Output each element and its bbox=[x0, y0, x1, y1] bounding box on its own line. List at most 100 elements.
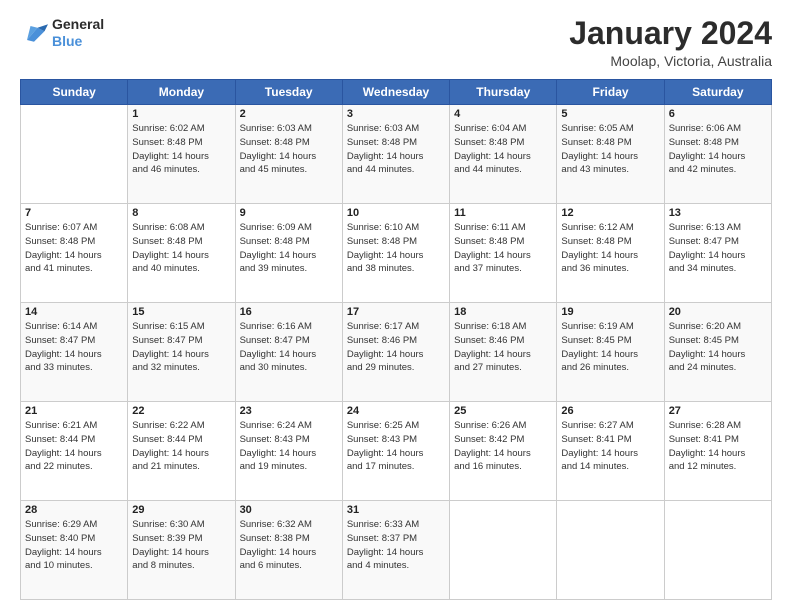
day-number: 22 bbox=[132, 405, 230, 417]
day-number: 26 bbox=[561, 405, 659, 417]
title-block: January 2024 Moolap, Victoria, Australia bbox=[569, 16, 772, 69]
day-number: 8 bbox=[132, 207, 230, 219]
day-info: Sunrise: 6:21 AM Sunset: 8:44 PM Dayligh… bbox=[25, 419, 123, 474]
day-info: Sunrise: 6:14 AM Sunset: 8:47 PM Dayligh… bbox=[25, 320, 123, 375]
day-info: Sunrise: 6:10 AM Sunset: 8:48 PM Dayligh… bbox=[347, 221, 445, 276]
week-row-2: 7 Sunrise: 6:07 AM Sunset: 8:48 PM Daylig… bbox=[21, 204, 772, 303]
day-info: Sunrise: 6:19 AM Sunset: 8:45 PM Dayligh… bbox=[561, 320, 659, 375]
calendar-table: Sunday Monday Tuesday Wednesday Thursday… bbox=[20, 79, 772, 600]
day-info: Sunrise: 6:04 AM Sunset: 8:48 PM Dayligh… bbox=[454, 122, 552, 177]
week-row-1: 1 Sunrise: 6:02 AM Sunset: 8:48 PM Daylig… bbox=[21, 105, 772, 204]
day-info: Sunrise: 6:16 AM Sunset: 8:47 PM Dayligh… bbox=[240, 320, 338, 375]
day-info: Sunrise: 6:07 AM Sunset: 8:48 PM Dayligh… bbox=[25, 221, 123, 276]
day-number: 17 bbox=[347, 306, 445, 318]
day-info: Sunrise: 6:24 AM Sunset: 8:43 PM Dayligh… bbox=[240, 419, 338, 474]
day-number: 7 bbox=[25, 207, 123, 219]
calendar-cell: 10 Sunrise: 6:10 AM Sunset: 8:48 PM Dayli… bbox=[342, 204, 449, 303]
day-number: 1 bbox=[132, 108, 230, 120]
calendar-cell: 17 Sunrise: 6:17 AM Sunset: 8:46 PM Dayli… bbox=[342, 303, 449, 402]
day-number: 24 bbox=[347, 405, 445, 417]
calendar-cell: 28 Sunrise: 6:29 AM Sunset: 8:40 PM Dayli… bbox=[21, 501, 128, 600]
calendar-cell: 19Sunrise: 6:19 AM Sunset: 8:45 PM Dayli… bbox=[557, 303, 664, 402]
calendar-cell: 23 Sunrise: 6:24 AM Sunset: 8:43 PM Dayli… bbox=[235, 402, 342, 501]
day-info: Sunrise: 6:13 AM Sunset: 8:47 PM Dayligh… bbox=[669, 221, 767, 276]
day-number: 10 bbox=[347, 207, 445, 219]
calendar-cell: 9Sunrise: 6:09 AM Sunset: 8:48 PM Daylig… bbox=[235, 204, 342, 303]
day-info: Sunrise: 6:03 AM Sunset: 8:48 PM Dayligh… bbox=[240, 122, 338, 177]
day-info: Sunrise: 6:33 AM Sunset: 8:37 PM Dayligh… bbox=[347, 518, 445, 573]
day-number: 5 bbox=[561, 108, 659, 120]
day-info: Sunrise: 6:25 AM Sunset: 8:43 PM Dayligh… bbox=[347, 419, 445, 474]
day-info: Sunrise: 6:32 AM Sunset: 8:38 PM Dayligh… bbox=[240, 518, 338, 573]
day-number: 12 bbox=[561, 207, 659, 219]
day-number: 21 bbox=[25, 405, 123, 417]
calendar-cell bbox=[21, 105, 128, 204]
calendar-cell: 13 Sunrise: 6:13 AM Sunset: 8:47 PM Dayli… bbox=[664, 204, 771, 303]
day-number: 28 bbox=[25, 504, 123, 516]
day-number: 3 bbox=[347, 108, 445, 120]
logo-text: General Blue bbox=[52, 16, 104, 50]
day-number: 4 bbox=[454, 108, 552, 120]
calendar-cell: 27 Sunrise: 6:28 AM Sunset: 8:41 PM Dayli… bbox=[664, 402, 771, 501]
days-header-row: Sunday Monday Tuesday Wednesday Thursday… bbox=[21, 80, 772, 105]
week-row-4: 21 Sunrise: 6:21 AM Sunset: 8:44 PM Dayli… bbox=[21, 402, 772, 501]
calendar-cell: 7 Sunrise: 6:07 AM Sunset: 8:48 PM Daylig… bbox=[21, 204, 128, 303]
day-info: Sunrise: 6:28 AM Sunset: 8:41 PM Dayligh… bbox=[669, 419, 767, 474]
day-number: 14 bbox=[25, 306, 123, 318]
calendar-cell: 30Sunrise: 6:32 AM Sunset: 8:38 PM Dayli… bbox=[235, 501, 342, 600]
day-info: Sunrise: 6:29 AM Sunset: 8:40 PM Dayligh… bbox=[25, 518, 123, 573]
logo-icon bbox=[20, 19, 48, 47]
day-info: Sunrise: 6:03 AM Sunset: 8:48 PM Dayligh… bbox=[347, 122, 445, 177]
day-info: Sunrise: 6:12 AM Sunset: 8:48 PM Dayligh… bbox=[561, 221, 659, 276]
day-number: 25 bbox=[454, 405, 552, 417]
week-row-5: 28 Sunrise: 6:29 AM Sunset: 8:40 PM Dayli… bbox=[21, 501, 772, 600]
calendar-cell: 15Sunrise: 6:15 AM Sunset: 8:47 PM Dayli… bbox=[128, 303, 235, 402]
main-title: January 2024 bbox=[569, 16, 772, 51]
day-number: 16 bbox=[240, 306, 338, 318]
day-info: Sunrise: 6:15 AM Sunset: 8:47 PM Dayligh… bbox=[132, 320, 230, 375]
calendar-cell: 24 Sunrise: 6:25 AM Sunset: 8:43 PM Dayli… bbox=[342, 402, 449, 501]
day-info: Sunrise: 6:27 AM Sunset: 8:41 PM Dayligh… bbox=[561, 419, 659, 474]
logo: General Blue bbox=[20, 16, 104, 50]
calendar-cell: 16 Sunrise: 6:16 AM Sunset: 8:47 PM Dayli… bbox=[235, 303, 342, 402]
day-number: 23 bbox=[240, 405, 338, 417]
header-saturday: Saturday bbox=[664, 80, 771, 105]
day-number: 13 bbox=[669, 207, 767, 219]
header-thursday: Thursday bbox=[450, 80, 557, 105]
header-tuesday: Tuesday bbox=[235, 80, 342, 105]
day-info: Sunrise: 6:26 AM Sunset: 8:42 PM Dayligh… bbox=[454, 419, 552, 474]
calendar-cell: 8 Sunrise: 6:08 AM Sunset: 8:48 PM Daylig… bbox=[128, 204, 235, 303]
calendar-cell: 18 Sunrise: 6:18 AM Sunset: 8:46 PM Dayli… bbox=[450, 303, 557, 402]
day-info: Sunrise: 6:09 AM Sunset: 8:48 PM Dayligh… bbox=[240, 221, 338, 276]
header-monday: Monday bbox=[128, 80, 235, 105]
day-number: 18 bbox=[454, 306, 552, 318]
day-info: Sunrise: 6:05 AM Sunset: 8:48 PM Dayligh… bbox=[561, 122, 659, 177]
calendar-cell bbox=[557, 501, 664, 600]
page: General Blue January 2024 Moolap, Victor… bbox=[0, 0, 792, 612]
calendar-cell: 14 Sunrise: 6:14 AM Sunset: 8:47 PM Dayli… bbox=[21, 303, 128, 402]
day-number: 11 bbox=[454, 207, 552, 219]
header-friday: Friday bbox=[557, 80, 664, 105]
calendar-cell: 3 Sunrise: 6:03 AM Sunset: 8:48 PM Daylig… bbox=[342, 105, 449, 204]
calendar-cell: 22 Sunrise: 6:22 AM Sunset: 8:44 PM Dayli… bbox=[128, 402, 235, 501]
day-info: Sunrise: 6:20 AM Sunset: 8:45 PM Dayligh… bbox=[669, 320, 767, 375]
day-number: 2 bbox=[240, 108, 338, 120]
day-info: Sunrise: 6:30 AM Sunset: 8:39 PM Dayligh… bbox=[132, 518, 230, 573]
calendar-cell: 1 Sunrise: 6:02 AM Sunset: 8:48 PM Daylig… bbox=[128, 105, 235, 204]
day-info: Sunrise: 6:02 AM Sunset: 8:48 PM Dayligh… bbox=[132, 122, 230, 177]
header-wednesday: Wednesday bbox=[342, 80, 449, 105]
calendar-cell bbox=[450, 501, 557, 600]
day-info: Sunrise: 6:17 AM Sunset: 8:46 PM Dayligh… bbox=[347, 320, 445, 375]
calendar-cell: 2 Sunrise: 6:03 AM Sunset: 8:48 PM Daylig… bbox=[235, 105, 342, 204]
header: General Blue January 2024 Moolap, Victor… bbox=[20, 16, 772, 69]
calendar-cell: 21 Sunrise: 6:21 AM Sunset: 8:44 PM Dayli… bbox=[21, 402, 128, 501]
day-number: 27 bbox=[669, 405, 767, 417]
day-info: Sunrise: 6:18 AM Sunset: 8:46 PM Dayligh… bbox=[454, 320, 552, 375]
subtitle: Moolap, Victoria, Australia bbox=[569, 53, 772, 69]
calendar-cell: 5 Sunrise: 6:05 AM Sunset: 8:48 PM Daylig… bbox=[557, 105, 664, 204]
day-info: Sunrise: 6:08 AM Sunset: 8:48 PM Dayligh… bbox=[132, 221, 230, 276]
week-row-3: 14 Sunrise: 6:14 AM Sunset: 8:47 PM Dayli… bbox=[21, 303, 772, 402]
day-info: Sunrise: 6:22 AM Sunset: 8:44 PM Dayligh… bbox=[132, 419, 230, 474]
day-info: Sunrise: 6:06 AM Sunset: 8:48 PM Dayligh… bbox=[669, 122, 767, 177]
day-number: 29 bbox=[132, 504, 230, 516]
